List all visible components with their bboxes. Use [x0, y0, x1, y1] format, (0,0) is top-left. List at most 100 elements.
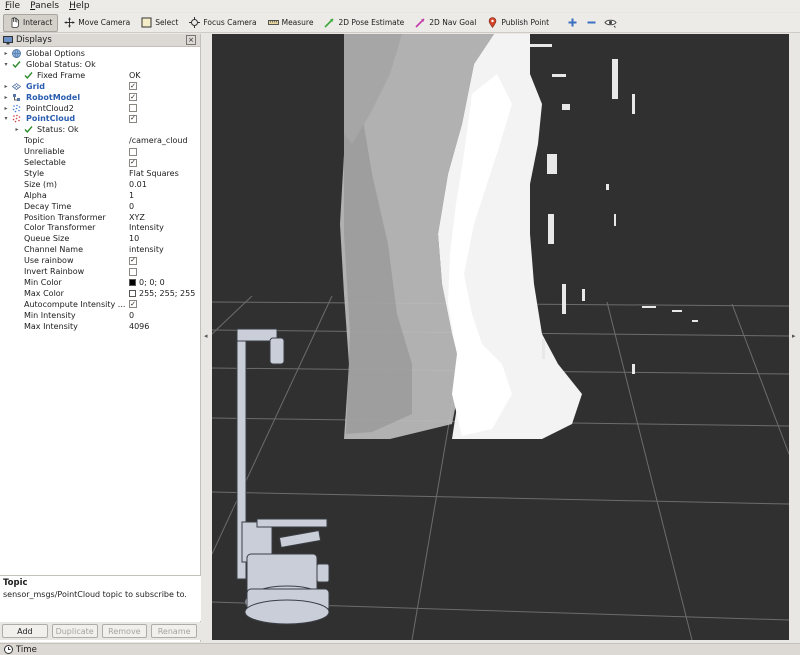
tree-row-value[interactable]: ✓	[129, 300, 137, 309]
eye-icon[interactable]	[601, 14, 619, 32]
tree-row-selectable[interactable]: Selectable ✓	[0, 157, 200, 168]
tree-row-value[interactable]: 0.01	[129, 179, 147, 190]
tree-row-value[interactable]: 255; 255; 255	[129, 288, 195, 299]
tool-2d-nav-goal[interactable]: 2D Nav Goal	[410, 14, 481, 32]
tree-row-min-color[interactable]: Min Color 0; 0; 0	[0, 277, 200, 288]
expand-right-arrow-icon[interactable]: ▸	[3, 105, 9, 112]
tree-row-value[interactable]: 0; 0; 0	[129, 277, 165, 288]
checkbox-unchecked[interactable]	[129, 267, 137, 276]
hand-icon	[9, 17, 20, 28]
tree-row-value[interactable]	[129, 267, 137, 276]
left-splitter[interactable]: ◂	[202, 34, 212, 640]
rename-button[interactable]: Rename	[151, 624, 197, 638]
menu-file[interactable]: File	[0, 0, 25, 12]
tree-row-min-intensity[interactable]: Min Intensity 0	[0, 310, 200, 321]
right-splitter[interactable]: ▸	[789, 34, 800, 640]
collapse-left-arrow-icon[interactable]: ◂	[204, 332, 208, 340]
tree-row-size-m[interactable]: Size (m) 0.01	[0, 179, 200, 190]
tree-row-value[interactable]: ✓	[129, 256, 137, 265]
tree-row-label: RobotModel	[26, 92, 81, 102]
tree-row-value[interactable]: ✓	[129, 82, 137, 91]
checkbox-checked[interactable]: ✓	[129, 114, 137, 123]
minus-icon[interactable]	[582, 14, 600, 32]
tree-row-use-rainbow[interactable]: Use rainbow ✓	[0, 255, 200, 266]
tree-row-value-text: Flat Squares	[129, 168, 179, 178]
tree-row-value[interactable]: intensity	[129, 244, 164, 255]
tree-row-value[interactable]	[129, 104, 137, 112]
tree-row-global-status-ok[interactable]: ▾ Global Status: Ok	[0, 59, 200, 70]
remove-button[interactable]: Remove	[101, 624, 148, 638]
tree-row-topic[interactable]: Topic/camera_cloud	[0, 135, 200, 146]
tree-row-channel-name[interactable]: Channel Name intensity	[0, 244, 200, 255]
tree-row-invert-rainbow[interactable]: Invert Rainbow	[0, 266, 200, 277]
tree-row-autocompute-intensity[interactable]: Autocompute Intensity ... ✓	[0, 299, 200, 310]
menu-panels[interactable]: Panels	[25, 0, 64, 12]
tree-row-max-color[interactable]: Max Color 255; 255; 255	[0, 288, 200, 299]
expand-down-arrow-icon[interactable]: ▾	[3, 61, 9, 68]
render-viewport[interactable]	[212, 34, 789, 640]
tree-row-robotmodel[interactable]: ▸ RobotModel ✓	[0, 92, 200, 103]
duplicate-button[interactable]: Duplicate	[51, 624, 98, 638]
tree-row-value[interactable]: OK	[129, 70, 141, 81]
close-icon[interactable]: ×	[186, 35, 196, 45]
checkbox-checked[interactable]: ✓	[129, 158, 137, 167]
robot-model	[236, 328, 330, 625]
robot-model-icon	[12, 93, 21, 102]
tree-row-value[interactable]: ✓	[129, 158, 137, 167]
tree-row-value[interactable]	[129, 147, 137, 156]
plus-icon[interactable]	[563, 14, 581, 32]
tree-row-value[interactable]: /camera_cloud	[129, 135, 188, 146]
check-icon	[24, 125, 33, 134]
checkbox-unchecked[interactable]	[129, 147, 137, 156]
expand-right-arrow-icon[interactable]: ▸	[3, 94, 9, 101]
collapse-right-arrow-icon[interactable]: ▸	[792, 332, 796, 340]
globe-icon	[12, 49, 21, 58]
tree-row-pointcloud2[interactable]: ▸ PointCloud2	[0, 103, 200, 114]
checkbox-checked[interactable]: ✓	[129, 300, 137, 309]
tree-row-fixed-frame[interactable]: Fixed Frame OK	[0, 70, 200, 81]
expand-right-arrow-icon[interactable]: ▸	[3, 50, 9, 57]
tree-row-position-transformer[interactable]: Position Transformer XYZ	[0, 212, 200, 223]
tool-focus-camera[interactable]: Focus Camera	[184, 14, 261, 32]
tree-row-queue-size[interactable]: Queue Size 10	[0, 233, 200, 244]
menu-help[interactable]: Help	[64, 0, 95, 12]
checkbox-checked[interactable]: ✓	[129, 93, 137, 102]
add-button[interactable]: Add	[2, 624, 48, 638]
tool-interact[interactable]: Interact	[3, 13, 59, 32]
tree-row-style[interactable]: Style Flat Squares	[0, 168, 200, 179]
tree-row-value[interactable]: 4096	[129, 321, 149, 332]
tree-row-grid[interactable]: ▸ Grid ✓	[0, 81, 200, 92]
tool-publish-point[interactable]: Publish Point	[482, 14, 554, 32]
tree-row-alpha[interactable]: Alpha 1	[0, 190, 200, 201]
checkbox-checked[interactable]: ✓	[129, 82, 137, 91]
color-swatch[interactable]	[129, 289, 136, 297]
tree-row-value[interactable]: 0	[129, 201, 134, 212]
displays-panel: Displays × ▸ Global Options ▾ Global Status…	[0, 34, 201, 642]
tree-row-value[interactable]: ✓	[129, 93, 137, 102]
tree-row-color-transformer[interactable]: Color Transformer Intensity	[0, 222, 200, 233]
tree-row-pointcloud[interactable]: ▾ PointCloud ✓	[0, 113, 200, 124]
tree-row-unreliable[interactable]: Unreliable	[0, 146, 200, 157]
tree-row-max-intensity[interactable]: Max Intensity 4096	[0, 321, 200, 332]
color-swatch[interactable]	[129, 278, 136, 286]
tree-row-value[interactable]: 0	[129, 310, 134, 321]
tree-row-decay-time[interactable]: Decay Time 0	[0, 201, 200, 212]
tree-row-global-options[interactable]: ▸ Global Options	[0, 48, 200, 59]
tree-row-value[interactable]: Intensity	[129, 222, 164, 233]
tree-row-label: Grid	[26, 81, 45, 91]
expand-down-arrow-icon[interactable]: ▾	[3, 115, 9, 122]
tree-row-value[interactable]: 10	[129, 233, 139, 244]
checkbox-unchecked[interactable]	[129, 104, 137, 112]
tool-move-camera[interactable]: Move Camera	[59, 14, 135, 32]
tool-2d-pose-estimate[interactable]: 2D Pose Estimate	[319, 14, 409, 32]
tree-row-value[interactable]: ✓	[129, 114, 137, 123]
tree-row-value[interactable]: 1	[129, 190, 134, 201]
tree-row-value[interactable]: XYZ	[129, 212, 145, 223]
tree-row-status-ok[interactable]: ▸ Status: Ok	[0, 124, 200, 135]
expand-right-arrow-icon[interactable]: ▸	[3, 83, 9, 90]
expand-right-arrow-icon[interactable]: ▸	[14, 126, 20, 133]
tree-row-value[interactable]: Flat Squares	[129, 168, 179, 179]
tool-select[interactable]: Select	[136, 14, 183, 32]
tool-measure[interactable]: Measure	[263, 14, 319, 32]
checkbox-checked[interactable]: ✓	[129, 256, 137, 265]
